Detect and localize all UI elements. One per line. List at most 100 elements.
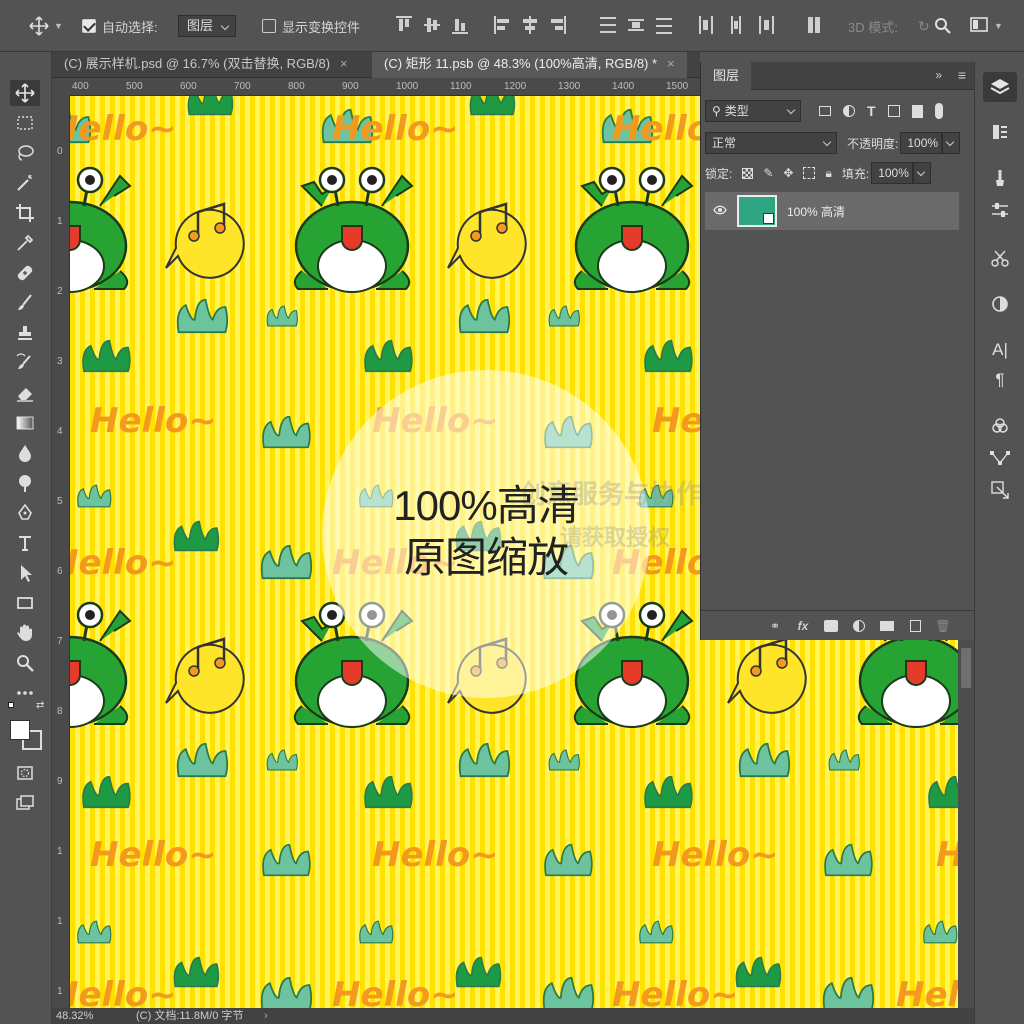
healing-brush-tool-icon[interactable] <box>10 260 40 286</box>
gradient-tool-icon[interactable] <box>10 410 40 436</box>
move-tool-icon[interactable] <box>10 80 40 106</box>
rotate-3d-icon[interactable]: ↻ <box>918 14 930 38</box>
layer-row[interactable]: 100% 高清 <box>705 192 959 230</box>
magic-wand-tool-icon[interactable] <box>10 170 40 196</box>
lock-position-icon[interactable]: ✥ <box>783 166 793 180</box>
tool-presets-icon[interactable] <box>988 246 1012 270</box>
filter-smart-object-icon[interactable] <box>911 104 923 118</box>
eyedropper-tool-icon[interactable] <box>10 230 40 256</box>
align-horizontal-centers-icon[interactable] <box>522 16 538 34</box>
layers-panel-icon[interactable] <box>983 72 1017 102</box>
brush-tool-icon[interactable] <box>10 290 40 316</box>
character-panel-icon[interactable]: A| <box>988 338 1012 362</box>
scrollbar-thumb[interactable] <box>961 648 971 688</box>
distribute-left-icon[interactable] <box>698 16 714 34</box>
move-tool-preset-icon[interactable]: ▼ <box>28 14 63 38</box>
opacity-slider-toggle[interactable] <box>942 132 961 154</box>
opacity-input[interactable]: 100% <box>900 132 943 154</box>
hand-tool-icon[interactable] <box>10 620 40 646</box>
document-info[interactable]: (C) 文档:11.8M/0 字节 <box>136 1008 243 1024</box>
clone-stamp-tool-icon[interactable] <box>10 320 40 346</box>
collapse-icon[interactable]: » <box>935 68 942 82</box>
distribute-vertical-centers-icon[interactable] <box>628 16 644 34</box>
lasso-tool-icon[interactable] <box>10 140 40 166</box>
foreground-color-swatch[interactable] <box>10 720 30 740</box>
layer-thumbnail[interactable] <box>737 195 777 227</box>
tab-mockup-psd[interactable]: (C) 展示样机.psd @ 16.7% (双击替换, RGB/8) × <box>52 52 360 78</box>
crop-tool-icon[interactable] <box>10 200 40 226</box>
eraser-tool-icon[interactable] <box>10 380 40 406</box>
align-left-edges-icon[interactable] <box>494 16 510 34</box>
vertical-ruler[interactable]: 0 1 2 3 4 5 6 7 8 9 1 1 1 <box>52 96 70 1008</box>
vertical-scrollbar[interactable] <box>958 640 974 1008</box>
panel-menu-icon[interactable]: ≡ <box>958 67 966 83</box>
quick-mask-icon[interactable] <box>10 760 40 786</box>
screen-mode-icon[interactable] <box>10 790 40 816</box>
filter-type-icon[interactable]: T <box>867 103 876 119</box>
default-colors-icon[interactable]: ⇄ <box>8 700 44 712</box>
filter-toggle-icon[interactable] <box>934 103 943 119</box>
show-transform-check-icon[interactable] <box>262 19 276 33</box>
show-transform-controls-checkbox[interactable]: 显示变换控件 <box>262 14 360 38</box>
zoom-tool-icon[interactable] <box>10 650 40 676</box>
close-icon[interactable]: × <box>667 56 675 71</box>
align-right-edges-icon[interactable] <box>550 16 566 34</box>
filter-adjustment-icon[interactable] <box>843 105 855 117</box>
adjustment-circle-icon[interactable] <box>988 292 1012 316</box>
search-icon[interactable] <box>934 14 952 38</box>
type-tool-icon[interactable] <box>10 530 40 556</box>
lock-artboard-icon[interactable] <box>803 167 816 179</box>
lock-image-icon[interactable]: ✎ <box>763 166 773 180</box>
dodge-tool-icon[interactable] <box>10 470 40 496</box>
zoom-level[interactable]: 48.32% <box>56 1008 93 1024</box>
layers-tab[interactable]: 图层 <box>701 62 752 90</box>
auto-select-checkbox[interactable]: 自动选择: <box>82 14 158 38</box>
blur-tool-icon[interactable] <box>10 440 40 466</box>
history-panel-icon[interactable] <box>988 120 1012 144</box>
distribute-right-icon[interactable] <box>758 16 774 34</box>
distribute-bottom-icon[interactable] <box>656 16 672 34</box>
horizontal-ruler[interactable]: 400 500 600 700 800 900 1000 1100 1200 1300 1400 15… <box>70 78 700 96</box>
new-group-icon[interactable] <box>879 618 895 634</box>
paths-panel-icon[interactable] <box>988 446 1012 470</box>
brush-panel-icon[interactable] <box>988 166 1012 190</box>
distribute-top-icon[interactable] <box>600 16 616 34</box>
new-layer-icon[interactable] <box>907 618 923 634</box>
adjustments-panel-icon[interactable] <box>988 198 1012 222</box>
properties-panel-icon[interactable] <box>988 478 1012 502</box>
channels-panel-icon[interactable] <box>988 414 1012 438</box>
marquee-tool-icon[interactable] <box>10 110 40 136</box>
filter-kind-dropdown[interactable]: ⚲ 类型 <box>705 100 801 122</box>
pen-tool-icon[interactable] <box>10 500 40 526</box>
add-mask-icon[interactable] <box>823 618 839 634</box>
fill-slider-toggle[interactable] <box>913 162 932 184</box>
history-brush-tool-icon[interactable] <box>10 350 40 376</box>
link-layers-icon[interactable]: ⚭ <box>767 618 783 634</box>
layer-style-fx-icon[interactable]: fx <box>795 618 811 634</box>
distribute-horizontal-centers-icon[interactable] <box>728 16 744 34</box>
close-icon[interactable]: × <box>340 56 348 71</box>
align-vertical-centers-icon[interactable] <box>424 16 440 34</box>
lock-all-icon[interactable]: 🔒︎ <box>825 166 831 181</box>
ruler-origin[interactable] <box>52 78 70 96</box>
auto-select-target-dropdown[interactable]: 图层 <box>178 14 237 38</box>
lock-transparent-icon[interactable] <box>742 167 754 179</box>
workspace-icon[interactable]: ▼ <box>970 14 1003 38</box>
status-menu-arrow-icon[interactable]: › <box>264 1008 268 1024</box>
rectangle-tool-icon[interactable] <box>10 590 40 616</box>
delete-layer-icon[interactable]: 🗑︎ <box>935 618 951 634</box>
auto-align-layers-icon[interactable] <box>806 16 822 34</box>
tab-rectangle-psb[interactable]: (C) 矩形 11.psb @ 48.3% (100%高清, RGB/8) * × <box>372 52 687 78</box>
paragraph-panel-icon[interactable]: ¶ <box>988 368 1012 392</box>
layer-name[interactable]: 100% 高清 <box>787 203 845 220</box>
align-bottom-edges-icon[interactable] <box>452 16 468 34</box>
path-selection-tool-icon[interactable] <box>10 560 40 586</box>
auto-select-check-icon[interactable] <box>82 19 96 33</box>
align-top-edges-icon[interactable] <box>396 16 412 34</box>
fill-input[interactable]: 100% <box>871 162 914 184</box>
blend-mode-dropdown[interactable]: 正常 <box>705 132 837 154</box>
auto-select-target-value[interactable]: 图层 <box>178 15 237 37</box>
color-swatches[interactable] <box>10 720 42 750</box>
visibility-eye-icon[interactable] <box>713 205 727 215</box>
filter-shape-icon[interactable] <box>887 105 900 117</box>
